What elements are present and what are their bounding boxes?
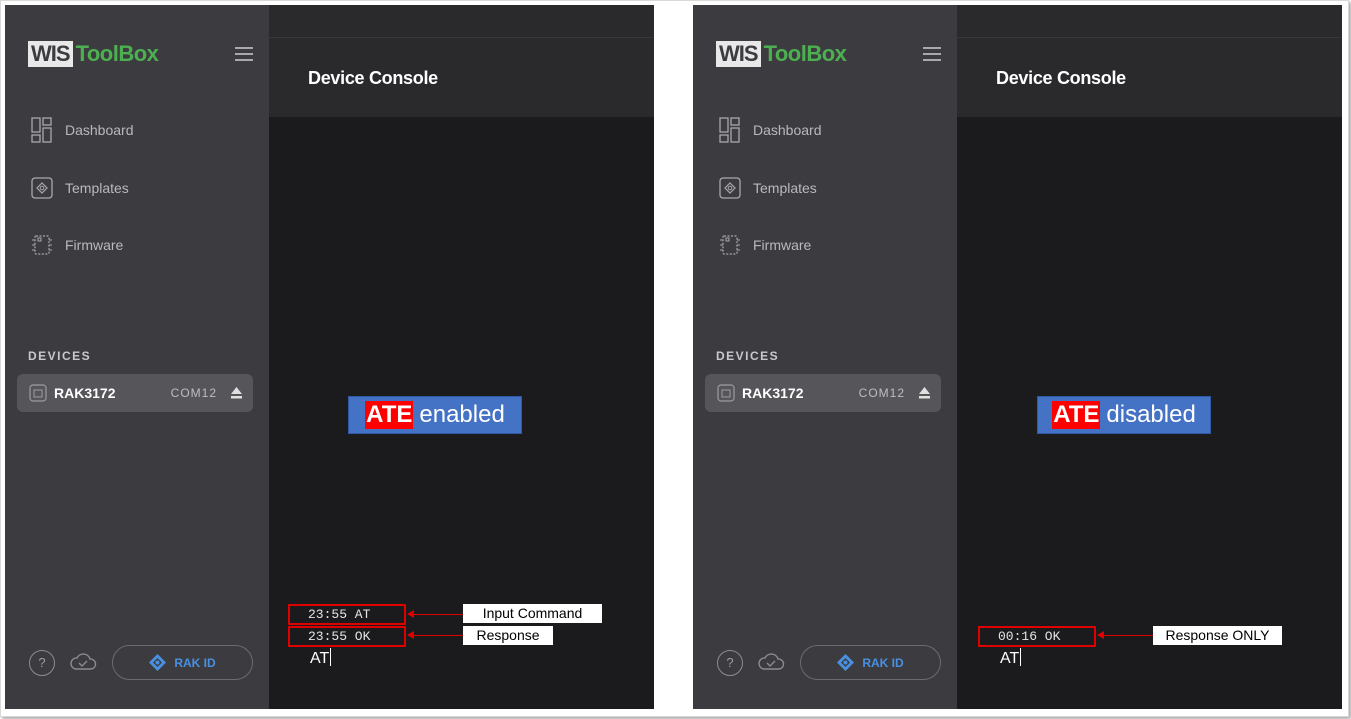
nav-dashboard[interactable]: Dashboard [719,116,822,144]
command-input-value: AT [1000,650,1020,667]
logo-wis: WIS [716,41,761,67]
eject-icon[interactable] [919,387,930,399]
menu-toggle-icon[interactable] [923,47,941,61]
app-window-ate-enabled: WIS ToolBox Dashboard Templates Firmware… [5,5,654,709]
help-button[interactable]: ? [717,650,743,676]
templates-icon [31,177,53,199]
rak-id-label: RAK ID [174,655,216,670]
rak-logo-icon [149,654,167,671]
arrow-head-icon [1097,631,1104,639]
nav-templates-label: Templates [753,180,817,196]
nav-firmware-label: Firmware [65,237,124,253]
nav-templates-label: Templates [65,180,129,196]
ate-state: disabled [1106,401,1196,428]
logo-toolbox: ToolBox [763,41,847,66]
app-window-ate-disabled: WIS ToolBox Dashboard Templates Firmware… [693,5,1342,709]
console-line-text: 23:55 AT [308,607,371,622]
device-row-rak3172[interactable]: RAK3172 COM12 [17,374,253,412]
rak-id-label: RAK ID [862,655,904,670]
ate-state: enabled [419,401,505,428]
arrow-head-icon [407,610,414,618]
nav-dashboard-label: Dashboard [753,122,822,138]
rak-id-button[interactable]: RAK ID [112,645,253,680]
console-line-response: 00:16 OK [978,626,1096,647]
chip-icon [720,235,740,255]
rak-id-button[interactable]: RAK ID [800,645,941,680]
nav-firmware-label: Firmware [753,237,812,253]
ate-label: ATE [1052,401,1101,429]
command-input-value: AT [310,650,330,667]
help-button[interactable]: ? [29,650,55,676]
nav-templates[interactable]: Templates [31,174,129,202]
app-logo: WIS ToolBox [28,41,159,67]
dashboard-icon [31,117,52,143]
ate-status-badge: ATE enabled [348,396,522,434]
annotation-arrow [413,635,463,636]
cloud-check-icon[interactable] [69,652,97,672]
ate-label: ATE [365,401,414,429]
command-input[interactable]: AT [310,648,332,668]
sidebar: WIS ToolBox Dashboard Templates Firmware… [5,5,269,709]
dashboard-icon [719,117,740,143]
cloud-check-icon[interactable] [757,652,785,672]
annotation-arrow [413,614,463,615]
device-port: COM12 [858,386,905,400]
chip-icon [32,235,52,255]
app-logo: WIS ToolBox [716,41,847,67]
console-line-text: 00:16 OK [998,629,1061,644]
console-line-input-echo: 23:55 AT [288,604,406,625]
eject-icon[interactable] [231,387,242,399]
device-name: RAK3172 [742,385,804,401]
annotation-arrow [1103,635,1153,636]
nav-firmware[interactable]: Firmware [31,231,123,259]
nav-templates[interactable]: Templates [719,174,817,202]
page-title: Device Console [996,68,1126,88]
templates-icon [719,177,741,199]
console-line-text: 23:55 OK [308,629,371,644]
command-input[interactable]: AT [1000,648,1022,668]
nav-firmware[interactable]: Firmware [719,231,811,259]
callout-response: Response [463,626,553,645]
logo-wis: WIS [28,41,73,67]
sidebar: WIS ToolBox Dashboard Templates Firmware… [693,5,957,709]
menu-toggle-icon[interactable] [235,47,253,61]
device-port: COM12 [170,386,217,400]
header-bar: Device Console [269,5,654,117]
nav-dashboard-label: Dashboard [65,122,134,138]
callout-response-only: Response ONLY [1153,626,1282,645]
callout-input-command: Input Command [463,604,602,623]
device-name: RAK3172 [54,385,116,401]
device-icon [717,384,735,402]
nav-dashboard[interactable]: Dashboard [31,116,134,144]
header-bar: Device Console [957,5,1342,117]
arrow-head-icon [407,631,414,639]
devices-heading: DEVICES [28,349,92,363]
device-row-rak3172[interactable]: RAK3172 COM12 [705,374,941,412]
console-line-response: 23:55 OK [288,626,406,647]
page-title: Device Console [308,68,438,88]
logo-toolbox: ToolBox [75,41,159,66]
devices-heading: DEVICES [716,349,780,363]
ate-status-badge: ATE disabled [1037,396,1211,434]
rak-logo-icon [837,654,855,671]
device-icon [29,384,47,402]
